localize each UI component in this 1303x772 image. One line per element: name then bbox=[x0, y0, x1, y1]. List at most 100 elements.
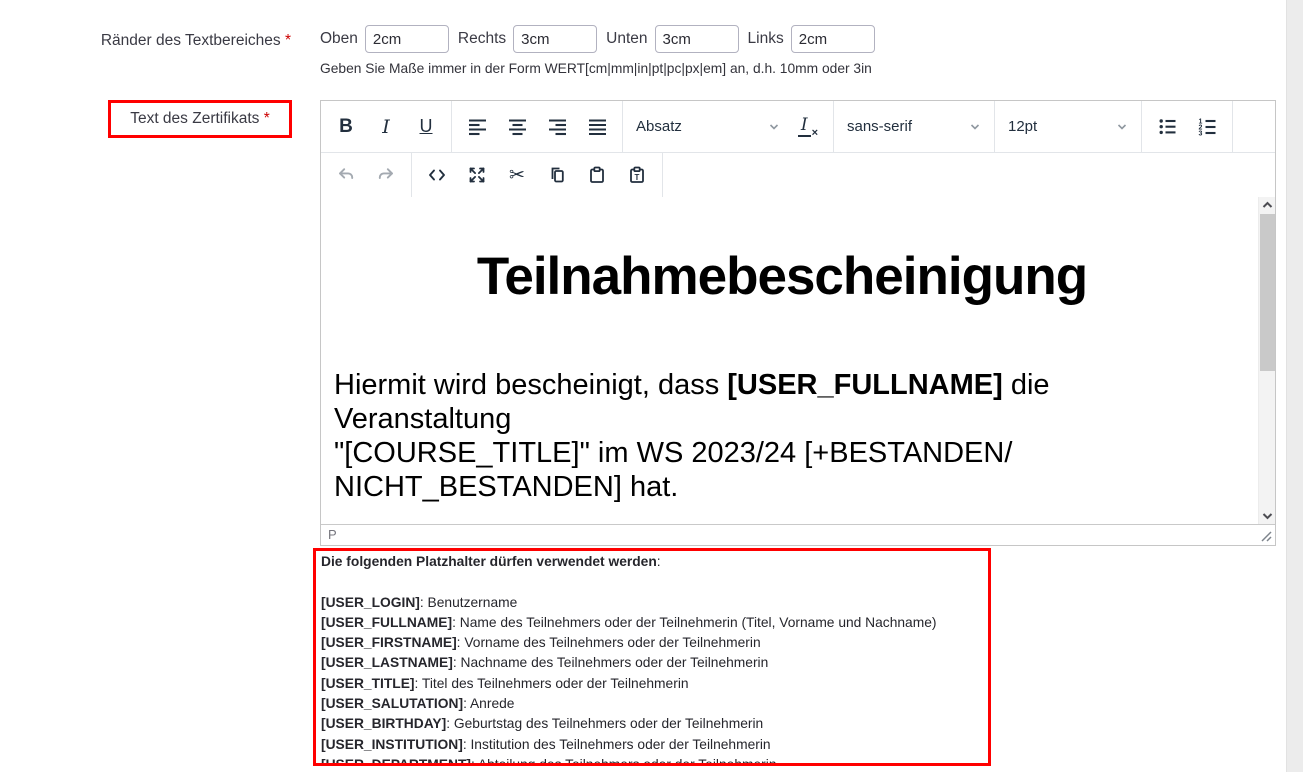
svg-text:T: T bbox=[635, 173, 640, 182]
align-right-button[interactable] bbox=[538, 109, 576, 145]
fullscreen-icon bbox=[467, 165, 487, 185]
copy-button[interactable] bbox=[538, 157, 576, 193]
chevron-up-icon bbox=[1262, 200, 1273, 211]
margin-field-label-links: Links bbox=[748, 30, 784, 48]
editor-scrollbar[interactable] bbox=[1258, 197, 1275, 524]
margin-input-oben[interactable] bbox=[365, 25, 449, 53]
underline-button[interactable]: U bbox=[407, 109, 445, 145]
toolbar-group-block-format: Absatz I× bbox=[623, 101, 834, 152]
source-code-button[interactable] bbox=[418, 157, 456, 193]
bold-button[interactable]: B bbox=[327, 109, 365, 145]
certificate-label-highlight: Text des Zertifikats * bbox=[108, 100, 292, 138]
element-path[interactable]: P bbox=[328, 527, 337, 542]
undo-button[interactable] bbox=[327, 157, 365, 193]
scrollbar-thumb[interactable] bbox=[1260, 214, 1275, 371]
code-icon bbox=[427, 165, 447, 185]
toolbar-group-history bbox=[321, 153, 412, 197]
margin-fields-row: ObenRechtsUntenLinks bbox=[320, 24, 884, 54]
align-justify-button[interactable] bbox=[578, 109, 616, 145]
toolbar-group-font-size: 12pt bbox=[995, 101, 1142, 152]
chevron-down-icon bbox=[768, 121, 780, 133]
editor-document[interactable]: Teilnahmebescheinigung Hiermit wird besc… bbox=[321, 197, 1258, 504]
font-size-value: 12pt bbox=[1008, 118, 1037, 135]
required-asterisk: * bbox=[285, 32, 291, 49]
copy-icon bbox=[547, 165, 567, 185]
resize-grip-icon bbox=[1260, 530, 1272, 542]
align-left-icon bbox=[468, 117, 487, 136]
placeholder-item: [USER_FIRSTNAME]: Vorname des Teilnehmer… bbox=[321, 633, 984, 653]
paragraph-format-select[interactable]: Absatz bbox=[629, 109, 787, 145]
toolbar-group-alignment bbox=[452, 101, 623, 152]
toolbar-group-lists: 123 bbox=[1142, 101, 1233, 152]
paragraph-format-value: Absatz bbox=[636, 118, 682, 135]
margins-help-text: Geben Sie Maße immer in der Form WERT[cm… bbox=[320, 61, 872, 76]
certificate-settings-form: Ränder des Textbereiches * ObenRechtsUnt… bbox=[0, 0, 1303, 772]
redo-icon bbox=[376, 165, 396, 185]
placeholder-item: [USER_LOGIN]: Benutzername bbox=[321, 593, 984, 613]
align-left-button[interactable] bbox=[458, 109, 496, 145]
scrollbar-up-arrow[interactable] bbox=[1259, 197, 1275, 214]
paste-button[interactable] bbox=[578, 157, 616, 193]
margin-input-rechts[interactable] bbox=[513, 25, 597, 53]
toolbar-spacer bbox=[663, 153, 1275, 197]
cut-button[interactable]: ✂ bbox=[498, 157, 536, 193]
placeholder-intro: Die folgenden Platzhalter dürfen verwend… bbox=[321, 552, 984, 572]
certificate-paragraph: Hiermit wird bescheinigt, dass [USER_FUL… bbox=[334, 368, 1230, 504]
undo-icon bbox=[336, 165, 356, 185]
placeholder-item: [USER_DEPARTMENT]: Abteilung des Teilneh… bbox=[321, 755, 984, 766]
chevron-down-icon bbox=[1116, 121, 1128, 133]
bullet-list-icon bbox=[1158, 117, 1177, 136]
placeholder-item: [USER_SALUTATION]: Anrede bbox=[321, 694, 984, 714]
required-asterisk: * bbox=[264, 110, 270, 127]
font-family-select[interactable]: sans-serif bbox=[840, 109, 988, 145]
toolbar-spacer bbox=[1233, 101, 1275, 152]
placeholder-item: [USER_LASTNAME]: Nachname des Teilnehmer… bbox=[321, 653, 984, 673]
margin-field-label-rechts: Rechts bbox=[458, 30, 506, 48]
align-right-icon bbox=[548, 117, 567, 136]
margins-label-text: Ränder des Textbereiches bbox=[101, 32, 281, 49]
font-size-select[interactable]: 12pt bbox=[1001, 109, 1135, 145]
editor-statusbar: P bbox=[321, 524, 1275, 544]
numbered-list-icon: 123 bbox=[1198, 117, 1217, 136]
redo-button[interactable] bbox=[367, 157, 405, 193]
placeholder-item: [USER_BIRTHDAY]: Geburtstag des Teilnehm… bbox=[321, 714, 984, 734]
placeholder-list: [USER_LOGIN]: Benutzername[USER_FULLNAME… bbox=[321, 593, 984, 766]
chevron-down-icon bbox=[969, 121, 981, 133]
fullscreen-button[interactable] bbox=[458, 157, 496, 193]
rich-text-editor: B I U Absatz bbox=[320, 100, 1276, 546]
certificate-label-text: Text des Zertifikats * bbox=[130, 110, 270, 128]
toolbar-group-font-family: sans-serif bbox=[834, 101, 995, 152]
page-scrollbar-track[interactable] bbox=[1286, 0, 1303, 772]
placeholder-info-box: Die folgenden Platzhalter dürfen verwend… bbox=[313, 548, 991, 766]
scrollbar-down-arrow[interactable] bbox=[1259, 507, 1275, 524]
certificate-heading: Teilnahmebescheinigung bbox=[334, 247, 1230, 308]
margin-field-label-unten: Unten bbox=[606, 30, 647, 48]
placeholder-item: [USER_FULLNAME]: Name des Teilnehmers od… bbox=[321, 613, 984, 633]
margin-input-unten[interactable] bbox=[655, 25, 739, 53]
italic-button[interactable]: I bbox=[367, 109, 405, 145]
bullet-list-button[interactable] bbox=[1148, 109, 1186, 145]
clear-formatting-button[interactable]: I× bbox=[789, 109, 827, 145]
numbered-list-button[interactable]: 123 bbox=[1188, 109, 1226, 145]
clear-formatting-icon: I bbox=[798, 116, 811, 137]
resize-handle-icon[interactable] bbox=[1260, 530, 1272, 542]
font-family-value: sans-serif bbox=[847, 118, 912, 135]
editor-toolbar-row-1: B I U Absatz bbox=[321, 101, 1275, 153]
margin-input-links[interactable] bbox=[791, 25, 875, 53]
placeholder-item: [USER_INSTITUTION]: Institution des Teil… bbox=[321, 735, 984, 755]
align-center-button[interactable] bbox=[498, 109, 536, 145]
editor-content-area[interactable]: Teilnahmebescheinigung Hiermit wird besc… bbox=[321, 197, 1275, 524]
paste-as-text-button[interactable]: T bbox=[618, 157, 656, 193]
toolbar-group-text-style: B I U bbox=[321, 101, 452, 152]
chevron-down-icon bbox=[1262, 510, 1273, 521]
align-justify-icon bbox=[588, 117, 607, 136]
toolbar-group-clipboard: ✂ T bbox=[412, 153, 663, 197]
clipboard-text-icon: T bbox=[627, 165, 647, 185]
spacer bbox=[321, 572, 984, 592]
scissors-icon: ✂ bbox=[509, 166, 525, 185]
margins-field-label: Ränder des Textbereiches * bbox=[0, 32, 291, 50]
align-center-icon bbox=[508, 117, 527, 136]
placeholder-item: [USER_TITLE]: Titel des Teilnehmers oder… bbox=[321, 674, 984, 694]
editor-toolbar-row-2: ✂ T bbox=[321, 153, 1275, 197]
clipboard-icon bbox=[587, 165, 607, 185]
